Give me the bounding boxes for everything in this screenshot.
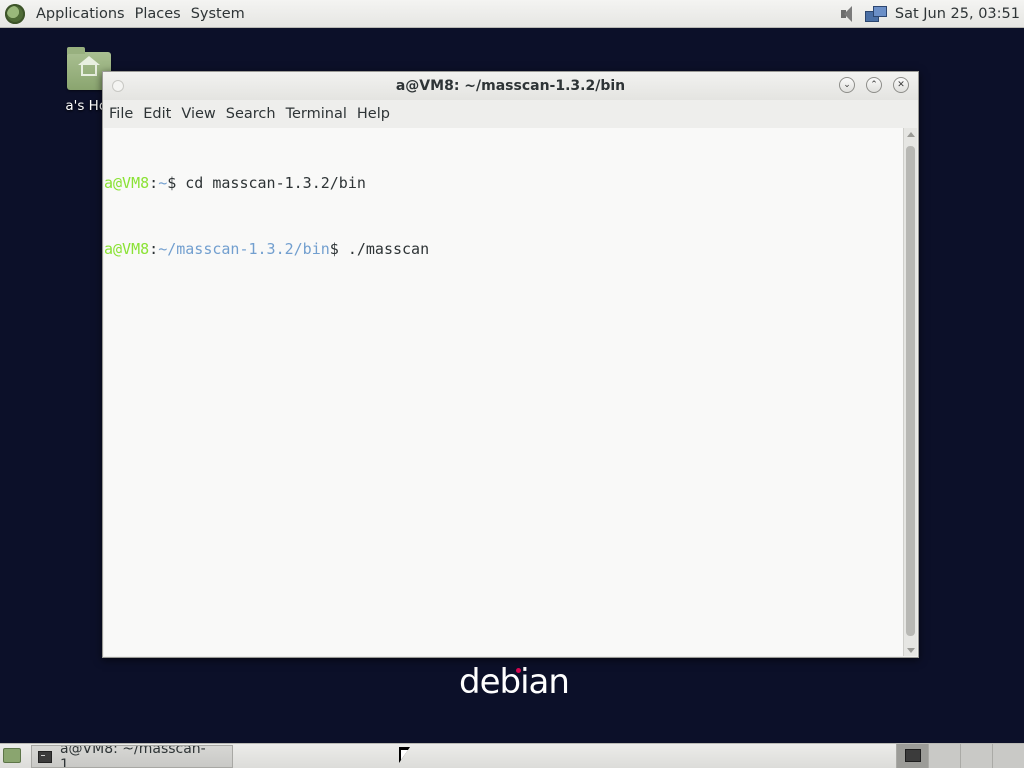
terminal-line: a@VM8:~$ cd masscan-1.3.2/bin <box>104 172 904 194</box>
prompt-separator: : <box>149 240 159 258</box>
terminal-line: a@VM8:~/masscan-1.3.2/bin$ ./masscan <box>104 238 904 260</box>
close-button[interactable]: ✕ <box>893 77 909 93</box>
prompt-path: ~ <box>158 174 168 192</box>
workspace-2[interactable] <box>928 744 960 768</box>
network-icon[interactable] <box>864 5 887 23</box>
workspace-1[interactable] <box>896 744 928 768</box>
prompt-symbol: $ <box>329 240 348 258</box>
menu-applications[interactable]: Applications <box>31 0 130 28</box>
menu-view[interactable]: View <box>176 106 220 122</box>
menu-system[interactable]: System <box>186 0 250 28</box>
prompt-separator: : <box>149 174 159 192</box>
window-title: a@VM8: ~/masscan-1.3.2/bin <box>395 78 626 94</box>
workspace-switcher <box>896 744 1024 768</box>
terminal-window: a@VM8: ~/masscan-1.3.2/bin ⌄ ⌃ ✕ File Ed… <box>102 71 919 658</box>
terminal-icon <box>38 750 52 763</box>
menu-places[interactable]: Places <box>130 0 186 28</box>
terminal-output[interactable]: a@VM8:~$ cd masscan-1.3.2/bin a@VM8:~/ma… <box>104 128 904 656</box>
menu-edit[interactable]: Edit <box>138 106 176 122</box>
menu-search[interactable]: Search <box>221 106 281 122</box>
workspace-3[interactable] <box>960 744 992 768</box>
command-text: cd masscan-1.3.2/bin <box>185 174 366 192</box>
top-panel: Applications Places System Sat Jun 25, 0… <box>0 0 1024 28</box>
wordmark-text: debian <box>459 662 570 702</box>
maximize-button[interactable]: ⌃ <box>866 77 882 93</box>
menu-terminal[interactable]: Terminal <box>281 106 352 122</box>
terminal-scrollbar[interactable] <box>903 128 917 656</box>
menu-file[interactable]: File <box>104 106 138 122</box>
taskbar-item-terminal[interactable]: a@VM8: ~/masscan-1.... <box>31 745 233 768</box>
command-text: ./masscan <box>347 240 430 258</box>
window-titlebar[interactable]: a@VM8: ~/masscan-1.3.2/bin ⌄ ⌃ ✕ <box>103 72 918 100</box>
prompt-user: a@VM8 <box>104 174 150 192</box>
prompt-user: a@VM8 <box>104 240 150 258</box>
wordmark-dot <box>516 668 521 673</box>
minimize-button[interactable]: ⌄ <box>839 77 855 93</box>
top-panel-tray: Sat Jun 25, 03:51 <box>839 0 1020 28</box>
debian-wordmark: debian <box>459 662 570 702</box>
scroll-thumb[interactable] <box>906 146 915 636</box>
clock[interactable]: Sat Jun 25, 03:51 <box>895 6 1020 22</box>
prompt-symbol: $ <box>167 174 186 192</box>
show-desktop-icon[interactable] <box>3 748 21 763</box>
terminal-menubar: File Edit View Search Terminal Help <box>103 100 918 127</box>
bottom-panel: a@VM8: ~/masscan-1.... <box>0 743 1024 768</box>
debian-menu-icon[interactable] <box>5 3 25 24</box>
volume-icon[interactable] <box>839 5 857 23</box>
scroll-up-icon[interactable] <box>907 132 915 137</box>
workspace-4[interactable] <box>992 744 1024 768</box>
taskbar-item-label: a@VM8: ~/masscan-1.... <box>59 745 206 768</box>
scroll-down-icon[interactable] <box>907 648 915 653</box>
menu-help[interactable]: Help <box>352 106 395 122</box>
prompt-path: ~/masscan-1.3.2/bin <box>158 240 330 258</box>
